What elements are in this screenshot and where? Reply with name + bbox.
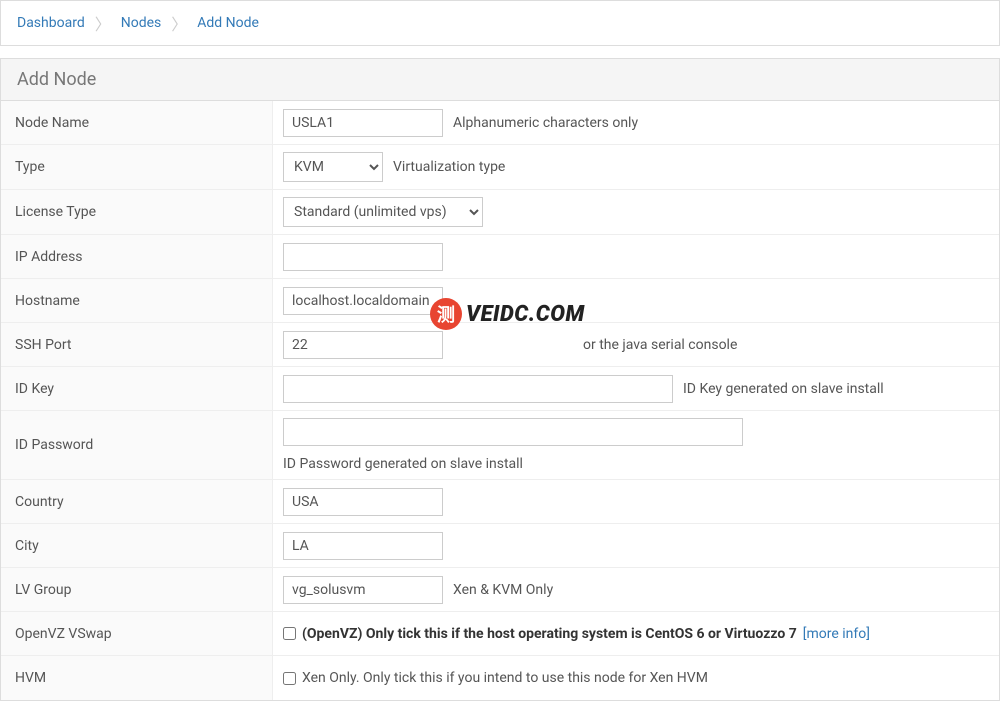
label-openvz-vswap: OpenVZ VSwap xyxy=(1,612,273,655)
row-node-name: Node Name Alphanumeric characters only xyxy=(1,101,999,145)
breadcrumb-nodes[interactable]: Nodes xyxy=(121,15,162,31)
label-hostname: Hostname xyxy=(1,279,273,322)
id-key-help: ID Key generated on slave install xyxy=(683,381,884,397)
row-hostname: Hostname xyxy=(1,279,999,323)
hvm-desc: Xen Only. Only tick this if you intend t… xyxy=(302,670,708,686)
openvz-vswap-checkbox[interactable] xyxy=(283,627,296,640)
add-node-panel: Add Node Node Name Alphanumeric characte… xyxy=(0,58,1000,701)
license-type-select[interactable]: Standard (unlimited vps) xyxy=(283,197,483,227)
row-lv-group: LV Group Xen & KVM Only xyxy=(1,568,999,612)
row-openvz-vswap: OpenVZ VSwap (OpenVZ) Only tick this if … xyxy=(1,612,999,656)
ip-address-input[interactable] xyxy=(283,243,443,271)
label-id-password: ID Password xyxy=(1,411,273,479)
hostname-input[interactable] xyxy=(283,287,443,315)
label-lv-group: LV Group xyxy=(1,568,273,611)
label-node-name: Node Name xyxy=(1,101,273,144)
id-password-input[interactable] xyxy=(283,418,743,446)
row-ip-address: IP Address xyxy=(1,235,999,279)
chevron-right-icon: 〉 xyxy=(95,11,111,35)
city-input[interactable] xyxy=(283,532,443,560)
id-key-input[interactable] xyxy=(283,375,673,403)
ssh-port-input[interactable] xyxy=(283,331,443,359)
row-license-type: License Type Standard (unlimited vps) xyxy=(1,190,999,235)
country-input[interactable] xyxy=(283,488,443,516)
id-password-help: ID Password generated on slave install xyxy=(283,456,523,472)
node-name-input[interactable] xyxy=(283,109,443,137)
type-help: Virtualization type xyxy=(393,159,505,175)
panel-title: Add Node xyxy=(1,59,999,101)
label-ip-address: IP Address xyxy=(1,235,273,278)
label-id-key: ID Key xyxy=(1,367,273,410)
label-ssh-port: SSH Port xyxy=(1,323,273,366)
row-id-key: ID Key ID Key generated on slave install xyxy=(1,367,999,411)
type-select[interactable]: KVM xyxy=(283,152,383,182)
breadcrumb-dashboard[interactable]: Dashboard xyxy=(17,15,85,31)
node-name-help: Alphanumeric characters only xyxy=(453,115,638,131)
openvz-vswap-more-info-link[interactable]: [more info] xyxy=(803,626,870,642)
hvm-checkbox[interactable] xyxy=(283,672,296,685)
openvz-vswap-desc: (OpenVZ) Only tick this if the host oper… xyxy=(302,626,797,642)
row-country: Country xyxy=(1,480,999,524)
breadcrumb-add-node[interactable]: Add Node xyxy=(197,15,259,31)
row-hvm: HVM Xen Only. Only tick this if you inte… xyxy=(1,656,999,700)
chevron-right-icon: 〉 xyxy=(171,11,187,35)
lv-group-help: Xen & KVM Only xyxy=(453,582,553,598)
label-hvm: HVM xyxy=(1,656,273,700)
label-city: City xyxy=(1,524,273,567)
label-country: Country xyxy=(1,480,273,523)
row-id-password: ID Password ID Password generated on sla… xyxy=(1,411,999,480)
label-license-type: License Type xyxy=(1,190,273,234)
row-ssh-port: SSH Port or the java serial console xyxy=(1,323,999,367)
lv-group-input[interactable] xyxy=(283,576,443,604)
row-type: Type KVM Virtualization type xyxy=(1,145,999,190)
label-type: Type xyxy=(1,145,273,189)
row-city: City xyxy=(1,524,999,568)
breadcrumb: Dashboard 〉 Nodes 〉 Add Node xyxy=(0,0,1000,46)
ssh-port-help: or the java serial console xyxy=(583,337,737,353)
